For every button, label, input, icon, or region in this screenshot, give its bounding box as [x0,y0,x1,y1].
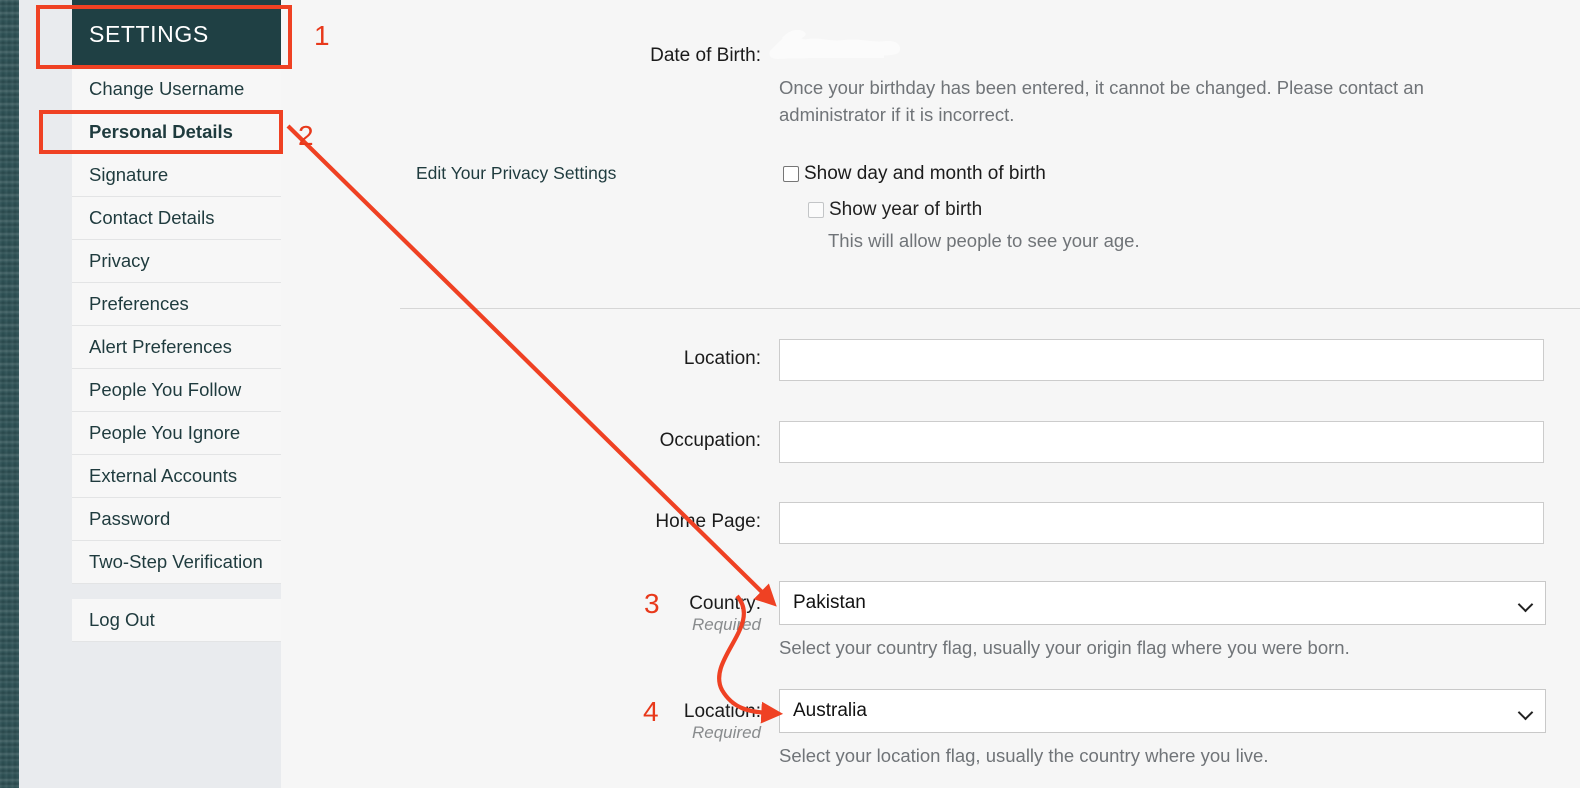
sidebar-item-privacy[interactable]: Privacy [72,240,300,283]
sidebar-item-log-out[interactable]: Log Out [72,599,300,642]
location-helper-text: Select your location flag, usually the c… [779,745,1269,766]
show-year-label: Show year of birth [829,199,983,220]
occupation-input[interactable] [779,421,1544,463]
personal-details-form: Date of Birth: Once your birthday has be… [281,0,1580,788]
sidebar-item-personal-details[interactable]: Personal Details [72,111,300,154]
show-year-checkbox-row[interactable]: Show year of birth [808,199,982,221]
date-of-birth-note: Once your birthday has been entered, it … [779,77,1424,125]
sidebar-item-contact-details[interactable]: Contact Details [72,197,300,240]
show-year-checkbox[interactable] [808,202,824,218]
country-select-value: Pakistan [793,592,866,613]
sidebar-item-external-accounts[interactable]: External Accounts [72,455,300,498]
location-input[interactable] [779,339,1544,381]
date-of-birth-value-redaction [768,25,903,68]
date-of-birth-label: Date of Birth: [650,45,761,66]
sidebar: SETTINGS Change Username Personal Detail… [19,0,300,788]
sidebar-header: SETTINGS [72,0,300,68]
sidebar-item-password[interactable]: Password [72,498,300,541]
sidebar-item-people-you-follow[interactable]: People You Follow [72,369,300,412]
show-year-note: This will allow people to see your age. [828,230,1140,251]
sidebar-item-alert-preferences[interactable]: Alert Preferences [72,326,300,369]
location-required-note: Required [692,723,761,742]
home-page-input[interactable] [779,502,1544,544]
page-edge-texture [0,0,19,788]
show-day-month-checkbox-row[interactable]: Show day and month of birth [783,163,1046,185]
sidebar-item-two-step-verification[interactable]: Two-Step Verification [72,541,300,584]
section-divider [400,308,1580,309]
settings-nav: SETTINGS Change Username Personal Detail… [72,0,300,642]
home-page-label: Home Page: [655,511,761,532]
country-label: Country: [689,593,761,614]
country-helper-text: Select your country flag, usually your o… [779,637,1350,658]
chevron-down-icon [1519,599,1533,608]
occupation-label: Occupation: [659,430,761,451]
sidebar-item-preferences[interactable]: Preferences [72,283,300,326]
location-text-label: Location: [683,348,761,369]
country-select[interactable]: Pakistan [779,581,1546,625]
edit-privacy-settings-label: Edit Your Privacy Settings [416,163,617,183]
location-select-label: Location: [683,701,761,722]
sidebar-item-change-username[interactable]: Change Username [72,68,300,111]
sidebar-item-people-you-ignore[interactable]: People You Ignore [72,412,300,455]
sidebar-item-signature[interactable]: Signature [72,154,300,197]
show-day-month-label: Show day and month of birth [804,163,1046,184]
location-select-value: Australia [793,700,867,721]
country-required-note: Required [692,615,761,634]
show-day-month-checkbox[interactable] [783,166,799,182]
location-select[interactable]: Australia [779,689,1546,733]
chevron-down-icon [1519,707,1533,716]
